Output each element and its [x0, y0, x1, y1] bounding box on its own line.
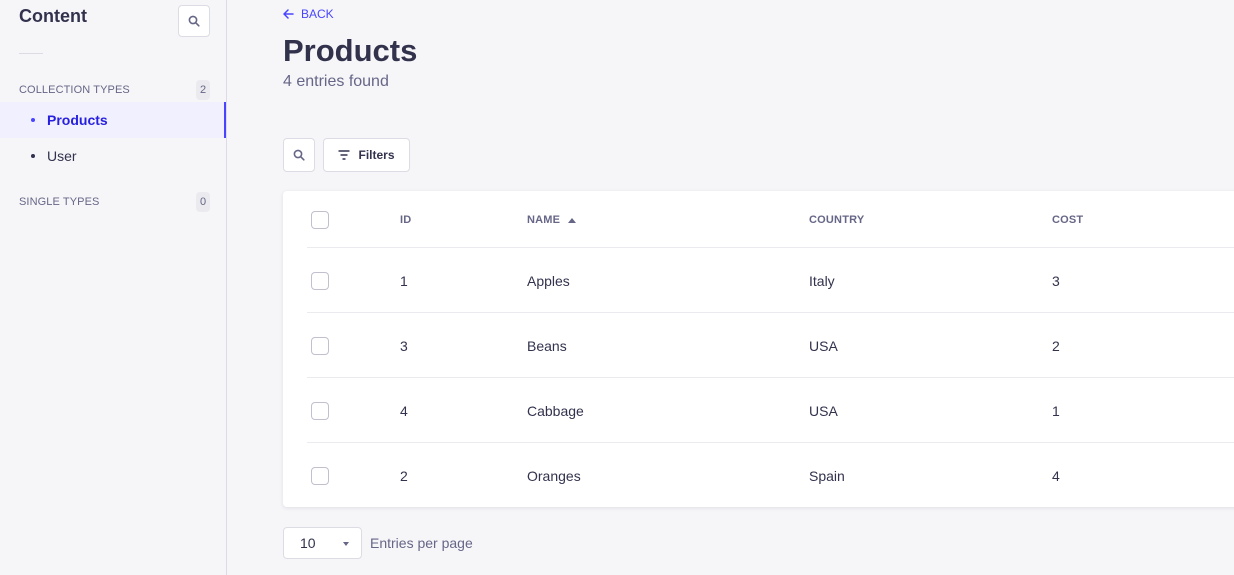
- table-row[interactable]: 1 Apples Italy 3: [307, 247, 1234, 312]
- cell-name: Beans: [527, 338, 567, 354]
- products-table: ID NAME COUNTRY COST 1 Apples Italy 3 3 …: [283, 191, 1234, 507]
- arrow-left-icon: [283, 9, 294, 19]
- sidebar-item-products[interactable]: Products: [0, 102, 226, 138]
- row-checkbox[interactable]: [311, 467, 329, 485]
- entries-per-page-label: Entries per page: [370, 535, 473, 551]
- column-label: COST: [1052, 214, 1084, 226]
- table-row[interactable]: 4 Cabbage USA 1: [307, 377, 1234, 442]
- row-checkbox[interactable]: [311, 402, 329, 420]
- column-label: COUNTRY: [809, 214, 865, 226]
- column-header-cost[interactable]: COST: [1052, 214, 1083, 226]
- sidebar-search-button[interactable]: [178, 5, 210, 37]
- column-label: NAME: [527, 214, 561, 226]
- table-search-button[interactable]: [283, 138, 315, 172]
- content-sidebar: Content COLLECTION TYPES 2 Products User…: [0, 0, 227, 575]
- cell-cost: 4: [1052, 468, 1060, 484]
- per-page-value: 10: [300, 535, 316, 551]
- sidebar-item-label: User: [47, 148, 77, 164]
- cell-id: 3: [400, 338, 408, 354]
- caret-down-icon: [343, 542, 349, 546]
- cell-cost: 3: [1052, 273, 1060, 289]
- cell-id: 4: [400, 403, 408, 419]
- sidebar-item-label: Products: [47, 112, 108, 128]
- entries-count: 4 entries found: [283, 73, 389, 90]
- filter-icon: [338, 150, 350, 160]
- single-types-count: 0: [196, 192, 210, 212]
- cell-id: 1: [400, 273, 408, 289]
- sidebar-title: Content: [19, 6, 87, 26]
- table-row[interactable]: 2 Oranges Spain 4: [307, 442, 1234, 507]
- sort-ascending-icon: [568, 217, 577, 223]
- filters-label: Filters: [358, 148, 395, 162]
- filters-button[interactable]: Filters: [323, 138, 410, 172]
- cell-id: 2: [400, 468, 408, 484]
- select-all-checkbox[interactable]: [311, 211, 329, 229]
- search-icon: [188, 15, 200, 27]
- sidebar-item-user[interactable]: User: [0, 138, 226, 174]
- back-label: BACK: [301, 7, 334, 21]
- column-header-id[interactable]: ID: [400, 214, 411, 226]
- row-checkbox[interactable]: [311, 272, 329, 290]
- cell-name: Oranges: [527, 468, 581, 484]
- cell-country: USA: [809, 338, 838, 354]
- single-types-heading: SINGLE TYPES: [19, 196, 100, 208]
- search-icon: [293, 149, 305, 161]
- page-title: Products: [283, 33, 418, 68]
- cell-country: USA: [809, 403, 838, 419]
- collection-types-count: 2: [196, 80, 210, 100]
- cell-cost: 2: [1052, 338, 1060, 354]
- table-header: ID NAME COUNTRY COST: [283, 191, 1234, 248]
- cell-name: Cabbage: [527, 403, 584, 419]
- cell-country: Spain: [809, 468, 845, 484]
- bullet-icon: [31, 118, 35, 122]
- column-label: ID: [400, 214, 412, 226]
- collection-types-heading: COLLECTION TYPES: [19, 84, 130, 96]
- cell-country: Italy: [809, 273, 835, 289]
- cell-name: Apples: [527, 273, 570, 289]
- table-row[interactable]: 3 Beans USA 2: [307, 312, 1234, 377]
- cell-cost: 1: [1052, 403, 1060, 419]
- row-checkbox[interactable]: [311, 337, 329, 355]
- column-header-country[interactable]: COUNTRY: [809, 214, 864, 226]
- sidebar-divider: [19, 53, 43, 54]
- column-header-name[interactable]: NAME: [527, 214, 577, 226]
- entries-per-page-select[interactable]: 10: [283, 527, 362, 559]
- bullet-icon: [31, 154, 35, 158]
- back-link[interactable]: BACK: [283, 7, 334, 21]
